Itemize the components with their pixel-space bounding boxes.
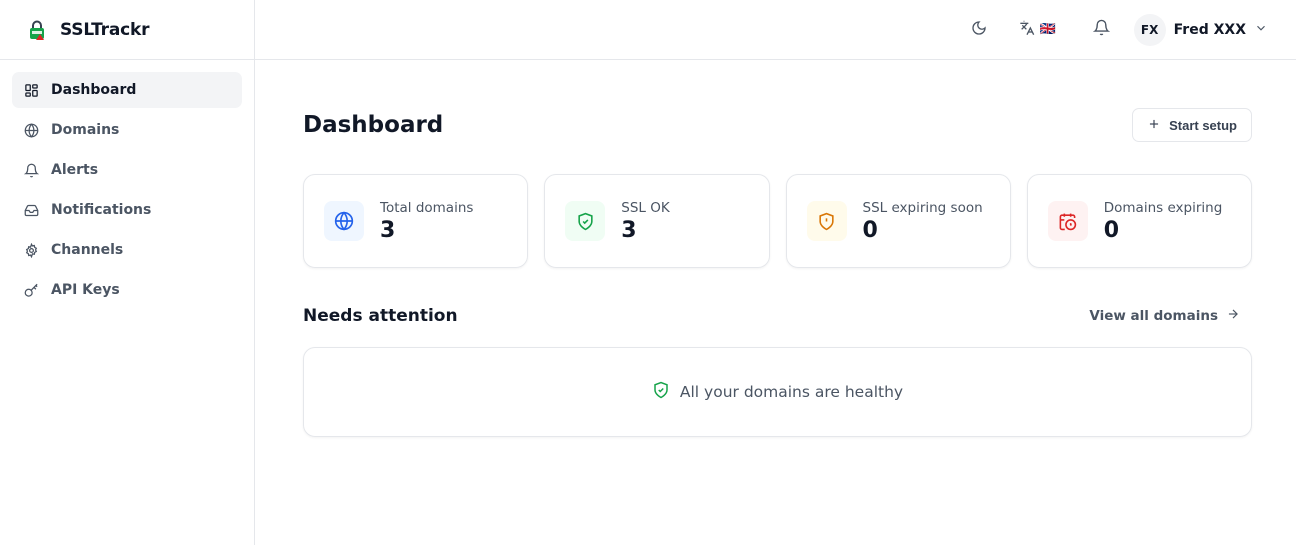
- theme-toggle-button[interactable]: [961, 12, 997, 48]
- sidebar-item-label: Dashboard: [51, 82, 137, 98]
- gear-icon: [23, 242, 39, 258]
- brand-name: SSLTrackr: [60, 19, 150, 40]
- calendar-clock-icon: [1047, 201, 1088, 241]
- inbox-icon: [23, 202, 39, 218]
- stat-label: Domains expiring: [1103, 200, 1223, 216]
- chevron-down-icon: [1254, 20, 1268, 39]
- healthy-message: All your domains are healthy: [679, 383, 904, 401]
- stat-label: SSL expiring soon: [862, 200, 983, 216]
- sidebar-item-domains[interactable]: Domains: [12, 112, 242, 148]
- bell-icon: [23, 162, 39, 178]
- user-menu-button[interactable]: FX Fred XXX: [1133, 12, 1268, 48]
- sidebar-item-label: Domains: [51, 122, 120, 138]
- brand[interactable]: SSLTrackr: [0, 0, 254, 60]
- sidebar: SSLTrackr Dashboard Domains Alerts Notif…: [0, 0, 255, 545]
- sidebar-item-label: Notifications: [51, 202, 152, 218]
- shield-alert-icon: [806, 201, 847, 241]
- shield-check-icon: [652, 381, 670, 403]
- globe-icon: [23, 122, 39, 138]
- user-name: Fred XXX: [1173, 21, 1246, 38]
- stats-grid: Total domains 3 SSL OK 3 SSL expiring so…: [303, 174, 1252, 268]
- translate-icon: [1019, 20, 1035, 40]
- arrow-right-icon: [1226, 307, 1240, 325]
- stat-card-domains-expiring[interactable]: Domains expiring 0: [1026, 174, 1252, 268]
- section-title: Needs attention: [303, 306, 458, 326]
- page-title: Dashboard: [303, 112, 444, 138]
- globe-icon: [324, 201, 364, 241]
- main-area: 🇬🇧 FX Fred XXX Dashboard Start setup Tot…: [255, 0, 1296, 545]
- stat-value: 3: [380, 218, 396, 243]
- avatar: FX: [1133, 13, 1166, 46]
- uk-flag-icon: 🇬🇧: [1039, 22, 1056, 37]
- sidebar-item-dashboard[interactable]: Dashboard: [12, 72, 242, 108]
- stat-value: 3: [621, 218, 637, 243]
- bell-icon: [1092, 19, 1111, 40]
- sidebar-item-api-keys[interactable]: API Keys: [12, 272, 242, 308]
- stat-card-ssl-expiring[interactable]: SSL expiring soon 0: [785, 174, 1011, 268]
- sidebar-item-notifications[interactable]: Notifications: [12, 192, 242, 228]
- sidebar-item-label: Channels: [51, 242, 124, 258]
- start-setup-button[interactable]: Start setup: [1132, 108, 1252, 142]
- health-status-card: All your domains are healthy: [303, 347, 1252, 437]
- sidebar-item-label: Alerts: [51, 162, 99, 178]
- start-setup-label: Start setup: [1169, 117, 1237, 133]
- page-header: Dashboard Start setup: [303, 108, 1252, 142]
- shield-check-icon: [565, 201, 606, 241]
- stat-value: 0: [862, 218, 878, 243]
- plus-icon: [1147, 117, 1161, 134]
- topbar: 🇬🇧 FX Fred XXX: [255, 0, 1296, 60]
- language-button[interactable]: 🇬🇧: [1019, 12, 1056, 48]
- dashboard-icon: [23, 82, 39, 98]
- needs-attention-header: Needs attention View all domains: [303, 305, 1252, 327]
- stat-value: 0: [1103, 218, 1120, 243]
- lock-logo-icon: [26, 19, 48, 41]
- sidebar-item-alerts[interactable]: Alerts: [12, 152, 242, 188]
- stat-label: SSL OK: [621, 200, 670, 216]
- moon-icon: [971, 20, 987, 40]
- key-icon: [23, 282, 39, 298]
- notifications-button[interactable]: [1084, 12, 1120, 48]
- sidebar-item-channels[interactable]: Channels: [12, 232, 242, 268]
- view-all-domains-link[interactable]: View all domains: [1089, 307, 1240, 325]
- dashboard-content: Dashboard Start setup Total domains 3 SS…: [255, 60, 1296, 437]
- sidebar-item-label: API Keys: [51, 282, 120, 298]
- stat-label: Total domains: [380, 200, 474, 216]
- stat-card-ssl-ok[interactable]: SSL OK 3: [544, 174, 770, 268]
- sidebar-nav: Dashboard Domains Alerts Notifications C…: [0, 60, 254, 320]
- view-all-label: View all domains: [1089, 308, 1218, 324]
- stat-card-total-domains[interactable]: Total domains 3: [303, 174, 529, 268]
